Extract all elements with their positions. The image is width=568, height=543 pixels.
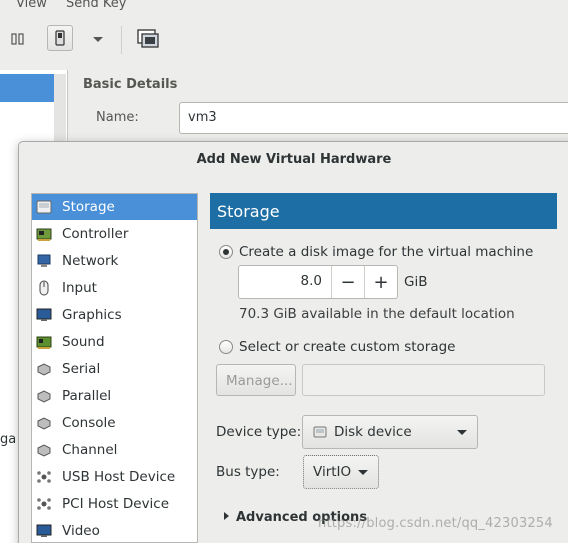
hardware-item-serial[interactable]: Serial <box>32 356 197 382</box>
hardware-item-label: USB Host Device <box>62 469 176 485</box>
create-disk-label: Create a disk image for the virtual mach… <box>239 244 534 260</box>
custom-storage-radio[interactable] <box>219 340 233 354</box>
hardware-item-label: Parallel <box>62 388 112 404</box>
hardware-item-label: Video <box>62 523 100 539</box>
hardware-item-video[interactable]: Video <box>32 518 197 543</box>
usb-icon <box>36 469 52 485</box>
name-label: Name: <box>96 110 139 125</box>
console-icon <box>36 415 52 431</box>
menu-send-key[interactable]: Send Key <box>66 0 126 11</box>
hardware-item-sound[interactable]: Sound <box>32 329 197 355</box>
bus-type-value: VirtIO <box>313 464 352 480</box>
mouse-icon <box>36 280 52 296</box>
chevron-down-icon <box>457 430 467 435</box>
hardware-item-label: Input <box>62 280 97 296</box>
hardware-item-label: Storage <box>62 199 115 215</box>
hardware-item-console[interactable]: Console <box>32 410 197 436</box>
expander-arrow-icon[interactable] <box>224 512 229 520</box>
sound-card-icon <box>36 334 52 350</box>
disk-device-icon <box>313 425 327 443</box>
bus-type-dropdown[interactable]: VirtIO <box>303 455 379 489</box>
hardware-item-channel[interactable]: Channel <box>32 437 197 463</box>
hardware-item-label: Network <box>62 253 119 269</box>
hardware-item-parallel[interactable]: Parallel <box>32 383 197 409</box>
create-disk-radio[interactable] <box>219 245 233 259</box>
hardware-item-label: PCI Host Device <box>62 496 170 512</box>
hardware-item-storage[interactable]: Storage <box>32 194 197 220</box>
controller-icon <box>36 226 52 242</box>
hardware-item-label: Sound <box>62 334 105 350</box>
custom-storage-path-input[interactable] <box>302 364 545 396</box>
menu-view[interactable]: View <box>16 0 47 11</box>
pause-icon[interactable] <box>8 26 28 52</box>
device-type-dropdown[interactable]: Disk device <box>302 415 478 449</box>
device-type-label: Device type: <box>216 424 302 440</box>
monitor-icon <box>36 307 52 323</box>
hardware-item-controller[interactable]: Controller <box>32 221 197 247</box>
sidebar-partial-label: ga <box>0 432 17 447</box>
hardware-item-label: Serial <box>62 361 101 377</box>
dropdown-icon[interactable] <box>88 26 108 52</box>
parallel-icon <box>36 388 52 404</box>
fullscreen-icon[interactable] <box>134 26 162 52</box>
serial-icon <box>36 361 52 377</box>
manage-button[interactable]: Manage... <box>216 364 296 396</box>
hardware-item-usb-host-device[interactable]: USB Host Device <box>32 464 197 490</box>
disk-unit-label: GiB <box>404 274 428 290</box>
bus-type-label: Bus type: <box>216 464 280 480</box>
dialog-title: Add New Virtual Hardware <box>196 152 392 167</box>
hardware-item-label: Controller <box>62 226 129 242</box>
chevron-down-icon <box>358 470 368 475</box>
hardware-item-pci-host-device[interactable]: PCI Host Device <box>32 491 197 517</box>
toolbar <box>0 14 568 70</box>
device-type-value: Disk device <box>334 424 412 440</box>
watermark: https://blog.csdn.net/qq_42303254 <box>318 516 553 531</box>
hardware-item-network[interactable]: Network <box>32 248 197 274</box>
sidebar-selected-item[interactable] <box>0 74 54 102</box>
hardware-item-graphics[interactable]: Graphics <box>32 302 197 328</box>
hardware-item-label: Console <box>62 415 116 431</box>
available-space-text: 70.3 GiB available in the default locati… <box>239 306 515 322</box>
network-icon <box>36 253 52 269</box>
custom-storage-label: Select or create custom storage <box>239 339 456 355</box>
pci-icon <box>36 496 52 512</box>
name-field[interactable]: vm3 <box>179 102 568 134</box>
storage-icon <box>36 199 52 215</box>
channel-icon <box>36 442 52 458</box>
hardware-item-input[interactable]: Input <box>32 275 197 301</box>
video-icon <box>36 523 52 539</box>
panel-header: Storage <box>210 193 557 229</box>
increase-size-button[interactable]: + <box>364 266 397 298</box>
decrease-size-button[interactable]: − <box>331 266 364 298</box>
hardware-item-label: Graphics <box>62 307 122 323</box>
toolbar-separator <box>121 26 122 54</box>
basic-details-title: Basic Details <box>83 77 178 92</box>
disk-size-input[interactable]: 8.0 <box>238 265 330 299</box>
hardware-item-label: Channel <box>62 442 118 458</box>
power-icon[interactable] <box>47 25 73 51</box>
